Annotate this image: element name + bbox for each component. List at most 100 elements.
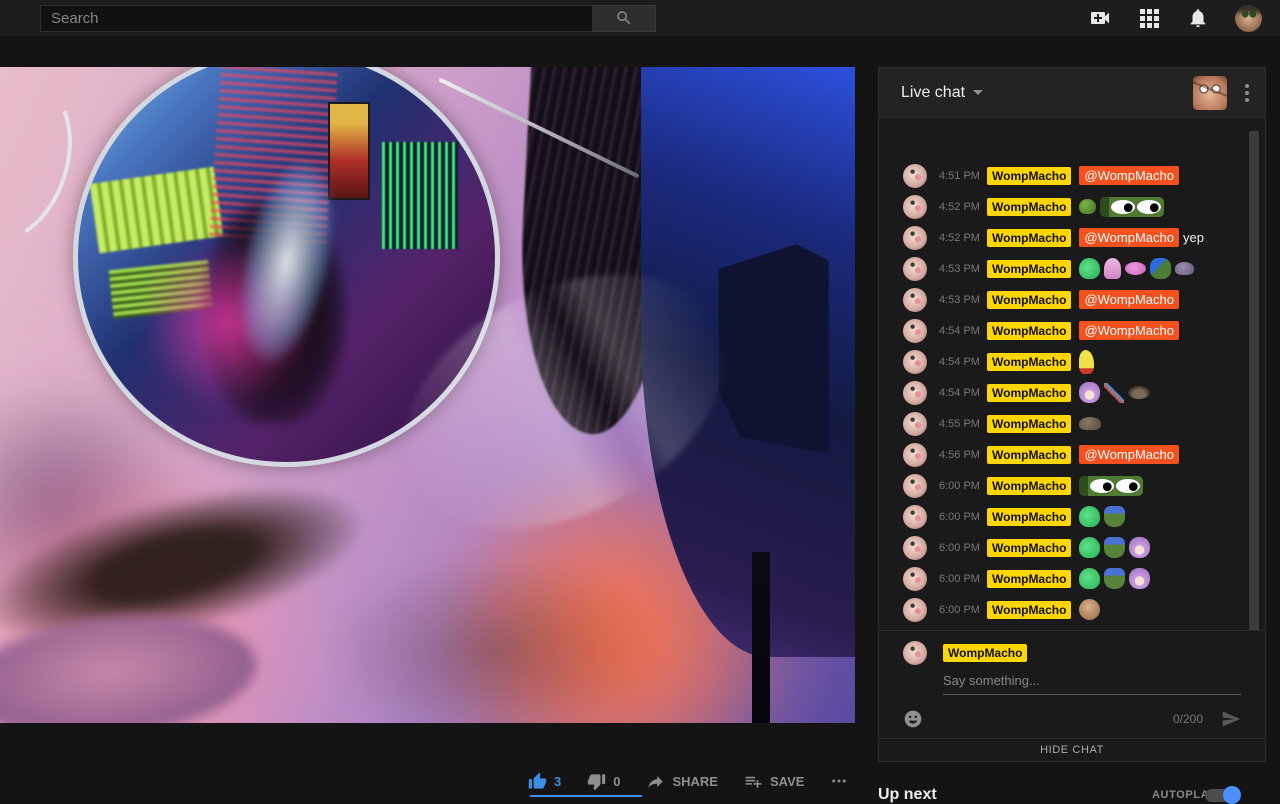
video-action-bar: 3 0 SHARE SAVE xyxy=(528,768,858,794)
pencil-emote xyxy=(1104,383,1124,403)
chat-author-badge: WompMacho xyxy=(987,446,1071,464)
share-label: SHARE xyxy=(672,774,718,789)
chat-message-row: 6:00 PM WompMacho xyxy=(879,470,1265,501)
chat-author-avatar xyxy=(903,598,927,622)
chat-author-avatar xyxy=(903,381,927,405)
chat-message-content xyxy=(1079,537,1150,558)
share-icon xyxy=(646,772,665,791)
chat-message-content xyxy=(1079,417,1101,430)
hide-chat-button[interactable]: HIDE CHAT xyxy=(879,738,1265,761)
chat-author-badge: WompMacho xyxy=(987,508,1071,526)
chat-author-badge: WompMacho xyxy=(987,477,1071,495)
live-chat-dropdown[interactable]: Live chat xyxy=(901,84,983,102)
chat-message-input[interactable] xyxy=(943,671,1241,695)
wizard-pepe-emote xyxy=(1104,568,1125,589)
video-upload-icon[interactable] xyxy=(1088,6,1112,30)
send-message-button[interactable] xyxy=(1221,709,1241,729)
more-actions-button[interactable] xyxy=(830,772,848,790)
dislike-count: 0 xyxy=(613,774,620,789)
chat-message-content xyxy=(1079,476,1143,496)
chat-message-row: 6:00 PM WompMacho xyxy=(879,532,1265,563)
send-icon xyxy=(1221,709,1241,729)
chat-menu-button[interactable] xyxy=(1241,80,1253,106)
apps-grid-icon[interactable] xyxy=(1137,6,1161,30)
chat-message-row: 6:00 PM WompMacho xyxy=(879,563,1265,594)
chat-timestamp: 6:00 PM xyxy=(939,480,987,492)
rat-purple-emote xyxy=(1175,262,1194,275)
chat-input-area: WompMacho 0/200 xyxy=(879,630,1265,738)
anime-girl-emote xyxy=(1079,382,1100,403)
rat-hole-emote xyxy=(1128,386,1150,399)
chat-message-content xyxy=(1079,197,1164,217)
chat-author-badge: WompMacho xyxy=(987,260,1071,278)
video-art-headphone-pad xyxy=(718,244,829,454)
chat-author-avatar xyxy=(903,257,927,281)
chat-message-content xyxy=(1079,382,1150,403)
save-button[interactable]: SAVE xyxy=(744,772,804,791)
notifications-bell-icon[interactable] xyxy=(1186,6,1210,30)
chat-timestamp: 4:53 PM xyxy=(939,263,987,275)
chat-author-avatar xyxy=(903,195,927,219)
emoji-icon xyxy=(903,709,923,729)
chat-author-avatar xyxy=(903,567,927,591)
thumbs-down-icon xyxy=(587,772,606,791)
video-art-cord xyxy=(752,552,769,723)
chat-author-avatar xyxy=(903,474,927,498)
chat-timestamp: 6:00 PM xyxy=(939,542,987,554)
chat-author-badge: WompMacho xyxy=(987,570,1071,588)
green-blob-emote xyxy=(1079,506,1100,527)
live-chat-header: Live chat xyxy=(879,68,1265,118)
video-player[interactable] xyxy=(0,67,855,723)
chat-message-row: 4:56 PM WompMacho @WompMacho xyxy=(879,439,1265,470)
wizard-pepe-emote xyxy=(1104,506,1125,527)
like-count: 3 xyxy=(554,774,561,789)
anime-girl-emote xyxy=(1129,568,1150,589)
chat-author-badge: WompMacho xyxy=(987,539,1071,557)
chat-message-row: 4:52 PM WompMacho xyxy=(879,191,1265,222)
rat-emote xyxy=(1079,417,1101,430)
chat-timestamp: 4:52 PM xyxy=(939,201,987,213)
pepe-eyes-wide-emote xyxy=(1079,476,1143,496)
chat-scrollbar[interactable] xyxy=(1249,131,1259,630)
chat-timestamp: 4:56 PM xyxy=(939,449,987,461)
live-chat-title: Live chat xyxy=(901,84,965,102)
mention-chip: @WompMacho xyxy=(1079,321,1179,340)
chat-own-avatar xyxy=(903,641,927,665)
dislike-button[interactable]: 0 xyxy=(587,772,620,791)
chat-message-row: 4:53 PM WompMacho @WompMacho xyxy=(879,284,1265,315)
chat-message-row: 4:54 PM WompMacho xyxy=(879,346,1265,377)
chat-message-content xyxy=(1079,568,1150,589)
green-blob-emote xyxy=(1079,568,1100,589)
chat-message-row: 4:55 PM WompMacho xyxy=(879,408,1265,439)
account-avatar[interactable] xyxy=(1235,5,1262,32)
chat-message-content: @WompMacho xyxy=(1079,321,1179,340)
thumbs-up-icon xyxy=(528,772,547,791)
chat-message-content xyxy=(1079,599,1100,620)
search-icon xyxy=(615,9,633,27)
search-button[interactable] xyxy=(593,5,656,32)
chat-timestamp: 4:54 PM xyxy=(939,325,987,337)
chat-message-content xyxy=(1079,258,1194,279)
like-button[interactable]: 3 xyxy=(528,772,561,791)
chat-timestamp: 4:55 PM xyxy=(939,418,987,430)
chat-author-avatar xyxy=(903,505,927,529)
chat-author-avatar xyxy=(903,226,927,250)
chat-author-avatar xyxy=(903,288,927,312)
share-button[interactable]: SHARE xyxy=(646,772,718,791)
chat-message-content: @WompMacho xyxy=(1079,290,1179,309)
live-chat-panel: Live chat 4:51 PM WompMacho @WompMacho 4… xyxy=(878,67,1266,762)
chat-timestamp: 4:51 PM xyxy=(939,170,987,182)
chat-message-row: 4:54 PM WompMacho @WompMacho xyxy=(879,315,1265,346)
chat-channel-avatar[interactable] xyxy=(1193,76,1227,110)
like-sentiment-bar xyxy=(530,795,642,797)
chat-timestamp: 4:52 PM xyxy=(939,232,987,244)
chat-timestamp: 6:00 PM xyxy=(939,604,987,616)
laugh-face-emote xyxy=(1079,599,1100,620)
emoji-picker-button[interactable] xyxy=(903,709,923,729)
mention-chip: @WompMacho xyxy=(1079,445,1179,464)
autoplay-toggle[interactable] xyxy=(1205,789,1239,802)
search-input[interactable] xyxy=(40,5,593,32)
chat-message-content: @WompMacho xyxy=(1079,166,1179,185)
chat-author-badge: WompMacho xyxy=(987,353,1071,371)
chat-message-content xyxy=(1079,506,1125,527)
